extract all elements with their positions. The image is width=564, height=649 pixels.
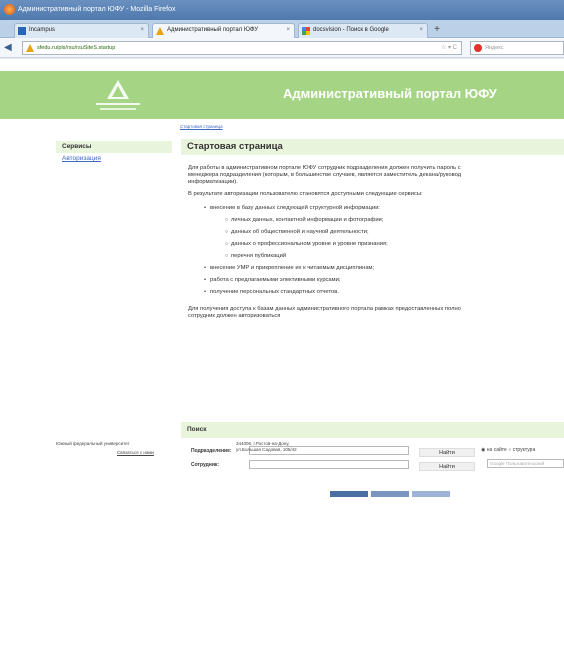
new-tab-button[interactable]: + bbox=[430, 24, 444, 37]
address-bar[interactable]: sfedu.ru/pls/rsu/rsuSiteS.startup ☆ ▾ C bbox=[22, 41, 462, 55]
radio-structure-icon[interactable]: ○ bbox=[508, 447, 511, 453]
browser-search-box[interactable]: Яндекс bbox=[470, 41, 564, 55]
list-item: данных об общественной и научной деятель… bbox=[225, 229, 564, 236]
tab-admin-portal[interactable]: Административный портал ЮФУ × bbox=[152, 23, 295, 38]
footer-org: Южный федеральный университет Связаться … bbox=[56, 441, 154, 456]
university-logo-icon bbox=[96, 80, 140, 110]
intro-line-2: менеджера подразделения (которым, в боль… bbox=[188, 172, 462, 178]
sidebar-heading: Сервисы bbox=[56, 141, 172, 153]
employee-label: Сотрудник: bbox=[191, 462, 220, 468]
close-tab-icon[interactable]: × bbox=[140, 24, 144, 37]
google-icon bbox=[302, 27, 310, 35]
employee-input[interactable] bbox=[249, 460, 409, 469]
main-content: Стартовая страница Для работы в админист… bbox=[181, 139, 564, 471]
counter-badge-icon[interactable] bbox=[411, 491, 450, 497]
search-scope-radios: ◉ на сайте ○ структура bbox=[481, 447, 535, 453]
window-title: Административный портал ЮФУ - Mozilla Fi… bbox=[18, 6, 176, 13]
portal-title: Административный портал ЮФУ bbox=[283, 86, 497, 101]
warning-icon bbox=[156, 27, 164, 35]
reload-icon[interactable]: ☆ ▾ C bbox=[441, 42, 457, 54]
breadcrumb[interactable]: Стартовая страница bbox=[180, 124, 223, 129]
tab-bar: Incampus × Административный портал ЮФУ ×… bbox=[0, 20, 564, 38]
firefox-icon bbox=[4, 4, 15, 15]
counter-badges bbox=[330, 491, 451, 499]
back-arrow-icon[interactable]: ◀ bbox=[4, 41, 18, 55]
radio-structure-label: структура bbox=[512, 447, 536, 453]
site-warning-icon bbox=[26, 44, 34, 52]
tab-incampus[interactable]: Incampus × bbox=[14, 23, 149, 38]
url-text: sfedu.ru/pls/rsu/rsuSiteS.startup bbox=[37, 45, 116, 51]
site-search-input[interactable]: Google Пользовательский bbox=[487, 459, 564, 468]
list-item: внесение УМР и прикрепление их к читаемы… bbox=[204, 265, 564, 272]
after-login-text: В результате авторизации пользователю ст… bbox=[188, 191, 423, 197]
counter-badge-icon[interactable] bbox=[330, 491, 368, 497]
page-content: Административный портал ЮФУ Стартовая ст… bbox=[0, 59, 564, 649]
close-tab-icon[interactable]: × bbox=[286, 24, 290, 37]
incampus-icon bbox=[18, 27, 26, 35]
department-label: Подразделение: bbox=[191, 448, 232, 454]
radio-site-label: на сайте bbox=[486, 447, 507, 453]
window-titlebar: Административный портал ЮФУ - Mozilla Fi… bbox=[0, 0, 564, 20]
list-item: перечня публикаций bbox=[225, 253, 564, 260]
counter-badge-icon[interactable] bbox=[370, 491, 409, 497]
search-placeholder: Яндекс bbox=[485, 45, 504, 51]
outro-line-1: Для получения доступа к базам данных адм… bbox=[188, 306, 461, 312]
sidebar-item-login[interactable]: Авторизация bbox=[56, 153, 172, 164]
radio-site-icon[interactable]: ◉ bbox=[481, 447, 485, 453]
page-title: Стартовая страница bbox=[181, 139, 564, 155]
intro-line-3: информатизации). bbox=[188, 179, 238, 185]
list-item: внесение в базу данных следующей структу… bbox=[204, 205, 564, 212]
services-list: внесение в базу данных следующей структу… bbox=[181, 205, 564, 296]
list-item: личных данных, контактной информации и ф… bbox=[225, 217, 564, 224]
sidebar: Сервисы Авторизация bbox=[56, 141, 172, 164]
tab-google-search[interactable]: docsvision - Поиск в Google × bbox=[298, 23, 428, 38]
address-line-2: ул.Большая Садовая, 105/42 bbox=[236, 447, 297, 452]
find-department-button[interactable]: Найти bbox=[419, 448, 475, 457]
contact-link[interactable]: Связаться с нами bbox=[117, 450, 154, 456]
yandex-icon bbox=[474, 44, 482, 52]
list-item: работа с предлагаемыми элективными курса… bbox=[204, 277, 564, 284]
search-heading: Поиск bbox=[181, 422, 564, 438]
close-tab-icon[interactable]: × bbox=[419, 24, 423, 37]
list-item: данных о профессиональном уровне и уровн… bbox=[225, 241, 564, 248]
footer-address: 344006, г.Ростов-на-Дону, ул.Большая Сад… bbox=[236, 441, 297, 453]
list-item: получение персональных стандартных отчет… bbox=[204, 289, 564, 296]
intro-line-1: Для работы в административном портале ЮФ… bbox=[188, 165, 461, 171]
outro-line-2: сотрудник должен авторизоваться bbox=[188, 313, 281, 319]
navigation-bar: ◀ sfedu.ru/pls/rsu/rsuSiteS.startup ☆ ▾ … bbox=[0, 38, 564, 58]
site-banner: Административный портал ЮФУ bbox=[0, 71, 564, 119]
find-employee-button[interactable]: Найти bbox=[419, 462, 475, 471]
